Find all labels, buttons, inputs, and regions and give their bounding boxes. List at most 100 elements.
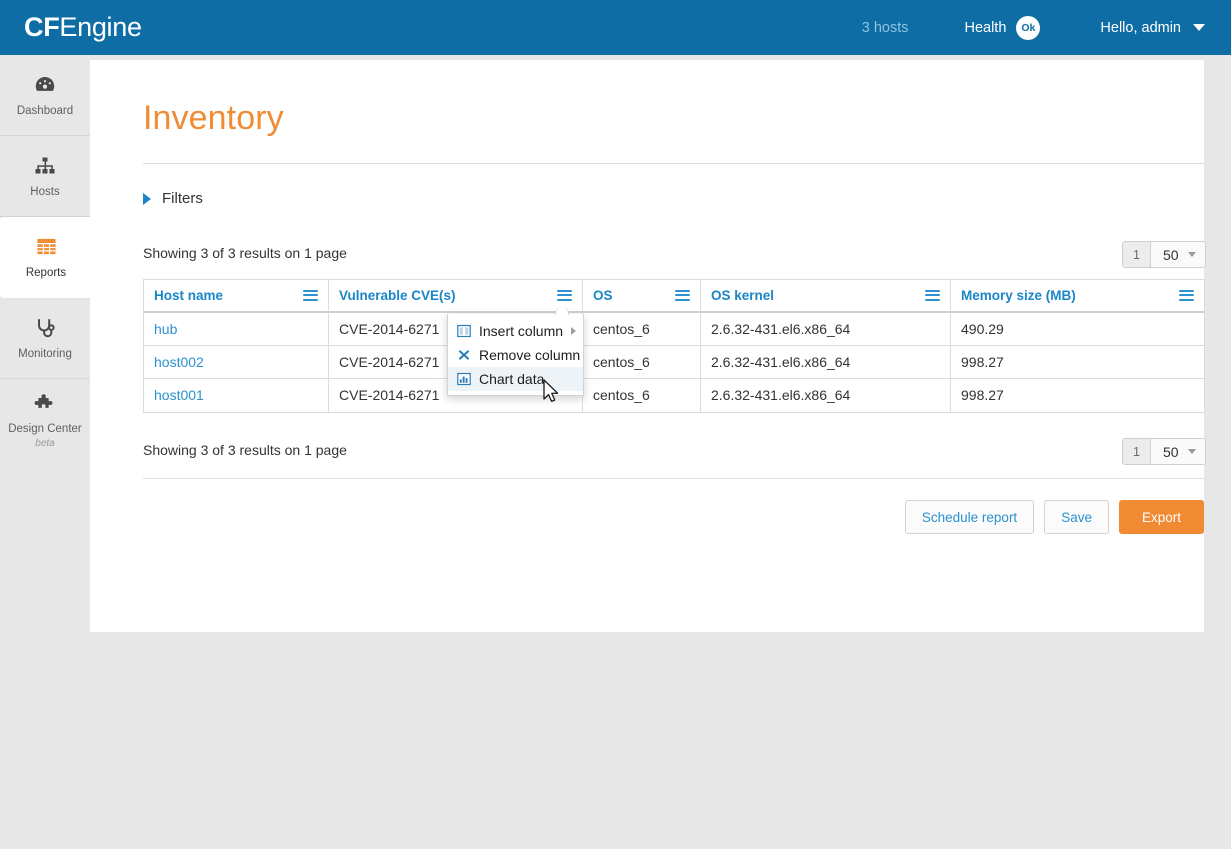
column-menu-icon[interactable] xyxy=(925,287,940,303)
mouse-cursor xyxy=(543,379,561,410)
export-button[interactable]: Export xyxy=(1119,500,1204,534)
results-summary-bottom: Showing 3 of 3 results on 1 page xyxy=(143,442,347,458)
sidebar-item-label: Monitoring xyxy=(18,348,72,361)
cell-os: centos_6 xyxy=(583,379,701,413)
user-menu-label: Hello, admin xyxy=(1100,20,1181,36)
column-menu-icon[interactable] xyxy=(1179,287,1194,303)
table-row: host001 CVE-2014-6271 centos_6 2.6.32-43… xyxy=(144,379,1205,413)
stethoscope-icon xyxy=(33,315,57,341)
sidebar-item-reports[interactable]: Reports xyxy=(0,217,92,298)
cell-host-name[interactable]: host001 xyxy=(144,379,329,413)
sitemap-icon xyxy=(33,153,57,179)
column-menu-icon[interactable] xyxy=(303,287,318,303)
filters-label: Filters xyxy=(162,190,203,207)
column-context-menu: Insert column Remove column Chart data xyxy=(447,314,584,396)
footer-divider xyxy=(143,478,1204,479)
action-button-row: Schedule report Save Export xyxy=(143,500,1204,534)
menu-item-label: Remove column xyxy=(479,347,580,363)
column-header-label: Memory size (MB) xyxy=(961,288,1076,303)
chevron-down-icon xyxy=(1188,252,1196,257)
column-menu-icon[interactable] xyxy=(675,287,690,303)
title-divider xyxy=(143,163,1204,164)
column-header-label: Host name xyxy=(154,288,223,303)
hosts-count-label[interactable]: 3 hosts xyxy=(862,20,909,36)
chevron-right-icon xyxy=(143,193,151,205)
bar-chart-icon xyxy=(457,372,471,386)
table-header-row: Host name Vulnerable CVE(s) OS xyxy=(144,280,1205,312)
column-header-vulnerable-cves[interactable]: Vulnerable CVE(s) xyxy=(329,280,583,312)
sidebar-nav: Dashboard Hosts xyxy=(0,55,90,849)
puzzle-pieces-icon xyxy=(33,390,57,416)
schedule-report-button[interactable]: Schedule report xyxy=(905,500,1034,534)
column-header-label: Vulnerable CVE(s) xyxy=(339,288,456,303)
pagination-bottom[interactable]: 1 50 xyxy=(1122,438,1206,465)
cell-os-kernel: 2.6.32-431.el6.x86_64 xyxy=(701,379,951,413)
remove-column-x-icon xyxy=(457,348,471,362)
logo-engine: Engine xyxy=(59,12,141,42)
column-header-label: OS kernel xyxy=(711,288,774,303)
cell-os-kernel: 2.6.32-431.el6.x86_64 xyxy=(701,312,951,346)
sidebar-item-label: Dashboard xyxy=(17,105,73,118)
dashboard-gauge-icon xyxy=(33,72,57,98)
page-size-value-top: 50 xyxy=(1163,247,1179,263)
cfengine-logo[interactable]: CFEngine xyxy=(24,14,142,41)
table-row: hub CVE-2014-6271 centos_6 2.6.32-431.el… xyxy=(144,312,1205,346)
cell-memory: 490.29 xyxy=(951,312,1205,346)
table-grid-icon xyxy=(35,234,58,260)
cell-os: centos_6 xyxy=(583,312,701,346)
chevron-down-icon xyxy=(1193,24,1205,31)
sidebar-item-monitoring[interactable]: Monitoring xyxy=(0,298,90,379)
column-header-os[interactable]: OS xyxy=(583,280,701,312)
cell-os: centos_6 xyxy=(583,345,701,379)
filters-toggle[interactable]: Filters xyxy=(143,190,203,207)
top-header-bar: CFEngine 3 hosts Health Ok Hello, admin xyxy=(0,0,1231,55)
cell-os-kernel: 2.6.32-431.el6.x86_64 xyxy=(701,345,951,379)
column-header-os-kernel[interactable]: OS kernel xyxy=(701,280,951,312)
menu-item-label: Chart data xyxy=(479,371,544,387)
main-content-card: Inventory Filters Showing 3 of 3 results… xyxy=(90,60,1204,632)
pagination-top[interactable]: 1 50 xyxy=(1122,241,1206,268)
insert-column-icon xyxy=(457,324,471,338)
host-link[interactable]: host001 xyxy=(154,387,204,403)
column-menu-icon[interactable] xyxy=(557,287,572,303)
sidebar-item-hosts[interactable]: Hosts xyxy=(0,136,90,217)
save-button[interactable]: Save xyxy=(1044,500,1109,534)
column-header-host-name[interactable]: Host name xyxy=(144,280,329,312)
page-size-select-bottom[interactable]: 50 xyxy=(1151,439,1205,464)
sidebar-item-label: Design Center xyxy=(8,423,82,436)
context-menu-notch xyxy=(555,307,569,315)
menu-item-insert-column[interactable]: Insert column xyxy=(448,319,583,343)
sidebar-item-label: Hosts xyxy=(30,186,59,199)
results-summary-top: Showing 3 of 3 results on 1 page xyxy=(143,245,347,261)
menu-item-chart-data[interactable]: Chart data xyxy=(448,367,583,391)
cell-memory: 998.27 xyxy=(951,379,1205,413)
table-row: host002 CVE-2014-6271 centos_6 2.6.32-43… xyxy=(144,345,1205,379)
user-menu[interactable]: Hello, admin xyxy=(1100,20,1205,36)
cell-host-name[interactable]: host002 xyxy=(144,345,329,379)
sidebar-item-dashboard[interactable]: Dashboard xyxy=(0,55,90,136)
menu-item-remove-column[interactable]: Remove column xyxy=(448,343,583,367)
page-number-input-top[interactable]: 1 xyxy=(1123,242,1151,267)
logo-cf: CF xyxy=(24,12,59,42)
host-link[interactable]: host002 xyxy=(154,354,204,370)
header-right-group: 3 hosts Health Ok Hello, admin xyxy=(862,0,1231,55)
sidebar-item-design-center[interactable]: Design Center beta xyxy=(0,379,90,460)
page-size-select-top[interactable]: 50 xyxy=(1151,242,1205,267)
cell-memory: 998.27 xyxy=(951,345,1205,379)
page-number-input-bottom[interactable]: 1 xyxy=(1123,439,1151,464)
menu-item-label: Insert column xyxy=(479,323,563,339)
page-size-value-bottom: 50 xyxy=(1163,444,1179,460)
column-header-label: OS xyxy=(593,288,613,303)
health-label: Health xyxy=(964,20,1006,36)
health-status-group[interactable]: Health Ok xyxy=(964,16,1040,40)
sidebar-item-label: Reports xyxy=(26,267,66,280)
inventory-report-table: Host name Vulnerable CVE(s) OS xyxy=(143,279,1205,413)
host-link[interactable]: hub xyxy=(154,321,177,337)
chevron-down-icon xyxy=(1188,449,1196,454)
page-title: Inventory xyxy=(143,99,284,138)
sidebar-item-beta-tag: beta xyxy=(35,438,54,449)
submenu-arrow-icon xyxy=(571,327,576,335)
status-badge: Ok xyxy=(1016,16,1040,40)
cell-host-name[interactable]: hub xyxy=(144,312,329,346)
column-header-memory-size[interactable]: Memory size (MB) xyxy=(951,280,1205,312)
